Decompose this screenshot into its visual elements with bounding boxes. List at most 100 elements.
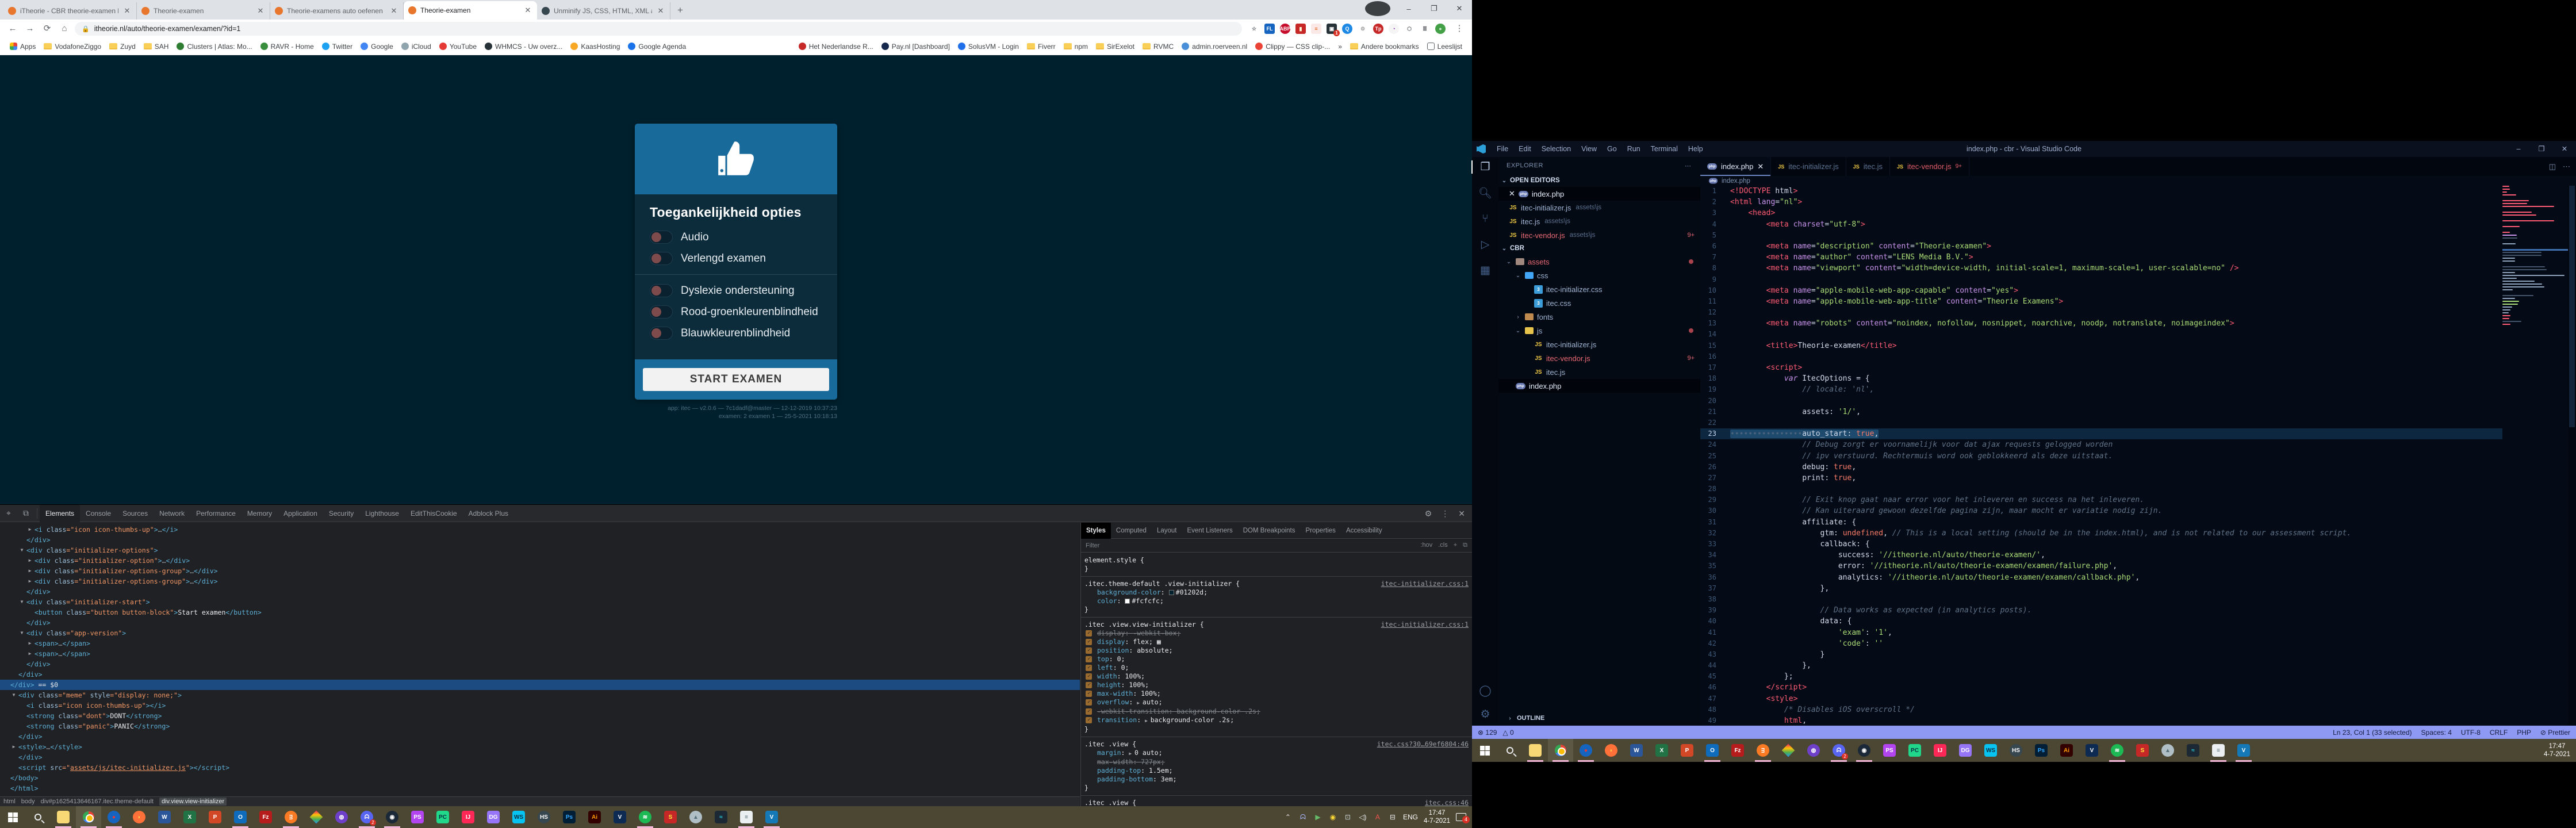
css-property[interactable]: ✓ max-width: 100%; (1084, 689, 1469, 698)
close-button[interactable]: ✕ (1447, 4, 1472, 13)
taskbar-icon-vscode[interactable]: V (759, 806, 784, 828)
filter-control[interactable]: .cls (1438, 542, 1448, 549)
taskbar-icon-vegas[interactable]: V (2079, 739, 2104, 762)
property-checkbox[interactable]: ✓ (1086, 691, 1092, 697)
open-editor-item[interactable]: JS itec.js assets\js (1498, 214, 1700, 228)
extensions-icon[interactable]: ▦ (1480, 264, 1490, 277)
styles-tab-dom-breakpoints[interactable]: DOM Breakpoints (1238, 523, 1301, 539)
devtools-tab-editthiscookie[interactable]: EditThisCookie (405, 505, 463, 522)
tab-close-icon[interactable]: ✕ (523, 6, 532, 15)
notification-icon[interactable]: 4 (1456, 813, 1470, 823)
expand-arrow-icon[interactable]: ▼ (18, 628, 25, 638)
code-line[interactable]: 25 // ipv verstuurd. Rechtermuis word oo… (1700, 451, 2502, 462)
menu-help[interactable]: Help (1683, 145, 1708, 153)
devtools-tab-adblock-plus[interactable]: Adblock Plus (463, 505, 514, 522)
dom-tree-row[interactable]: ▶ <span>…</span> (0, 638, 1080, 649)
devtools-menu-icon[interactable]: ⋮ (1441, 509, 1449, 519)
tree-arrow-icon[interactable]: ⌄ (1515, 328, 1521, 334)
devtools-settings-icon[interactable]: ⚙ (1425, 509, 1432, 519)
reload-icon[interactable]: ⟳ (40, 22, 54, 36)
editor-more-icon[interactable]: ⋯ (2563, 162, 2570, 171)
taskbar-icon-search[interactable] (25, 806, 51, 828)
filter-control[interactable]: + (1454, 542, 1457, 549)
taskbar-clock[interactable]: 17:47 4-7-2021 (2544, 742, 2570, 759)
code-line[interactable]: 29 // Exit knop gaat naar error voor het… (1700, 494, 2502, 505)
code-line[interactable]: 8 <meta name="viewport" content="width=d… (1700, 263, 2502, 274)
taskbar-clock[interactable]: 17:47 4-7-2021 (1424, 809, 1450, 826)
css-property[interactable]: ✓ -webkit-transition: background-color .2… (1084, 707, 1469, 716)
styles-tab-computed[interactable]: Computed (1111, 523, 1152, 539)
menu-run[interactable]: Run (1622, 145, 1646, 153)
dom-breadcrumb-item[interactable]: div#p1625413646167.itec.theme-default (41, 798, 154, 805)
chrome-tray-icon[interactable]: ◉ (1328, 813, 1337, 821)
bookmark-item[interactable]: Google (356, 43, 397, 51)
menu-terminal[interactable]: Terminal (1646, 145, 1683, 153)
code-line[interactable]: 19 // locale: 'nl', (1700, 384, 2502, 395)
taskbar-icon-hs[interactable]: HS (2003, 739, 2029, 762)
styles-tab-properties[interactable]: Properties (1301, 523, 1341, 539)
open-editor-item[interactable]: JS itec-initializer.js assets\js (1498, 201, 1700, 214)
taskbar-icon-vscode[interactable]: V (2231, 739, 2256, 762)
ext-red[interactable]: ▮ (1295, 24, 1306, 34)
bookmark-item[interactable]: Zuyd (105, 43, 140, 51)
devtools-tab-console[interactable]: Console (80, 505, 117, 522)
taskbar-icon-kdenlive[interactable] (1776, 739, 1801, 762)
property-checkbox[interactable]: ✓ (1086, 630, 1092, 637)
code-line[interactable]: 35 error: '//itheorie.nl/auto/theorie-ex… (1700, 561, 2502, 572)
bookmark-item[interactable]: VodafoneZiggo (40, 43, 105, 51)
ext-search[interactable]: Q (1342, 24, 1352, 34)
css-property[interactable]: color: #fcfcfc; (1084, 597, 1469, 605)
bookmark-item[interactable]: npm (1060, 43, 1092, 51)
chrome-menu-icon[interactable]: ⋮ (1452, 22, 1466, 36)
ext-fl[interactable]: FL (1264, 24, 1275, 34)
taskbar-icon-vegas[interactable]: V (607, 806, 632, 828)
taskbar-icon-notepad[interactable]: ≡ (2206, 739, 2231, 762)
code-line[interactable]: 9 (1700, 274, 2502, 285)
code-line[interactable]: 40 data: { (1700, 616, 2502, 627)
taskbar-icon-filezilla[interactable]: Fz (253, 806, 278, 828)
taskbar-icon-explorer[interactable] (1523, 739, 1548, 762)
bookmark-item[interactable]: SAH (140, 43, 173, 51)
dom-tree-row[interactable]: </body> (0, 773, 1080, 783)
rule-selector[interactable]: element.style { (1084, 556, 1469, 565)
filter-control[interactable]: ⧉ (1463, 542, 1467, 549)
open-editor-item[interactable]: ✕ php index.php (1498, 187, 1700, 201)
taskbar-icon-kdenlive[interactable] (304, 806, 329, 828)
bookmark-item[interactable]: Pay.nl [Dashboard] (877, 43, 954, 51)
taskbar-icon-shield[interactable]: S (658, 806, 683, 828)
file-tree-item[interactable]: JS itec-vendor.js 9+ (1498, 351, 1700, 365)
menu-go[interactable]: Go (1602, 145, 1622, 153)
taskbar-icon-word[interactable]: W (1624, 739, 1649, 762)
code-line[interactable]: 27 print: true, (1700, 473, 2502, 484)
bookmark-item[interactable]: admin.roerveen.nl (1178, 43, 1251, 51)
editor-tab[interactable]: JS itec-initializer.js (1771, 157, 1846, 176)
taskbar-icon-search[interactable] (1497, 739, 1523, 762)
browser-tab[interactable]: iTheorie - CBR theorie-examen le ✕ (3, 2, 137, 20)
tab-close-icon[interactable]: ✕ (656, 6, 665, 16)
taskbar-icon-github[interactable]: ◍ (329, 806, 354, 828)
css-property[interactable]: ✓ display: flex; ▦ (1084, 638, 1469, 646)
code-line[interactable]: 45 }; (1700, 671, 2502, 682)
ext-bars[interactable]: ≡ (1311, 24, 1321, 34)
inspect-icon[interactable]: ⌖ (0, 508, 17, 518)
taskbar-icon-phpstorm[interactable]: PS (1877, 739, 1902, 762)
editor-tab[interactable]: JS itec.js (1846, 157, 1890, 176)
toggle-switch[interactable] (650, 305, 673, 319)
bookmark-item[interactable]: Het Nederlandse R... (795, 43, 877, 51)
taskbar-icon-discord[interactable]: ᗣ2 (1826, 739, 1851, 762)
expand-arrow-icon[interactable]: ▶ (26, 576, 33, 586)
taskbar-icon-filezilla[interactable]: Fz (1725, 739, 1750, 762)
taskbar-icon-terminal[interactable]: ≈ (708, 806, 734, 828)
dom-tree-row[interactable]: </div> (0, 752, 1080, 762)
devtools-tab-application[interactable]: Application (278, 505, 323, 522)
taskbar-icon-phpstorm[interactable]: PS (405, 806, 430, 828)
dom-tree-row[interactable]: </div> (0, 669, 1080, 680)
start-examen-button[interactable]: START EXAMEN (643, 368, 829, 391)
code-line[interactable]: 15 <title>Theorie-examen</title> (1700, 340, 2502, 351)
code-line[interactable]: 38 (1700, 594, 2502, 605)
ext-wheel[interactable]: ◔ (1389, 24, 1399, 34)
avira-tray-icon[interactable]: A (1373, 813, 1382, 821)
bookmark-item[interactable]: RAVR - Home (256, 43, 318, 51)
dom-tree-row[interactable]: ▶ <i class="icon icon-thumbs-up">…</i> (0, 524, 1080, 535)
tree-arrow-icon[interactable]: ⌄ (1505, 259, 1512, 265)
